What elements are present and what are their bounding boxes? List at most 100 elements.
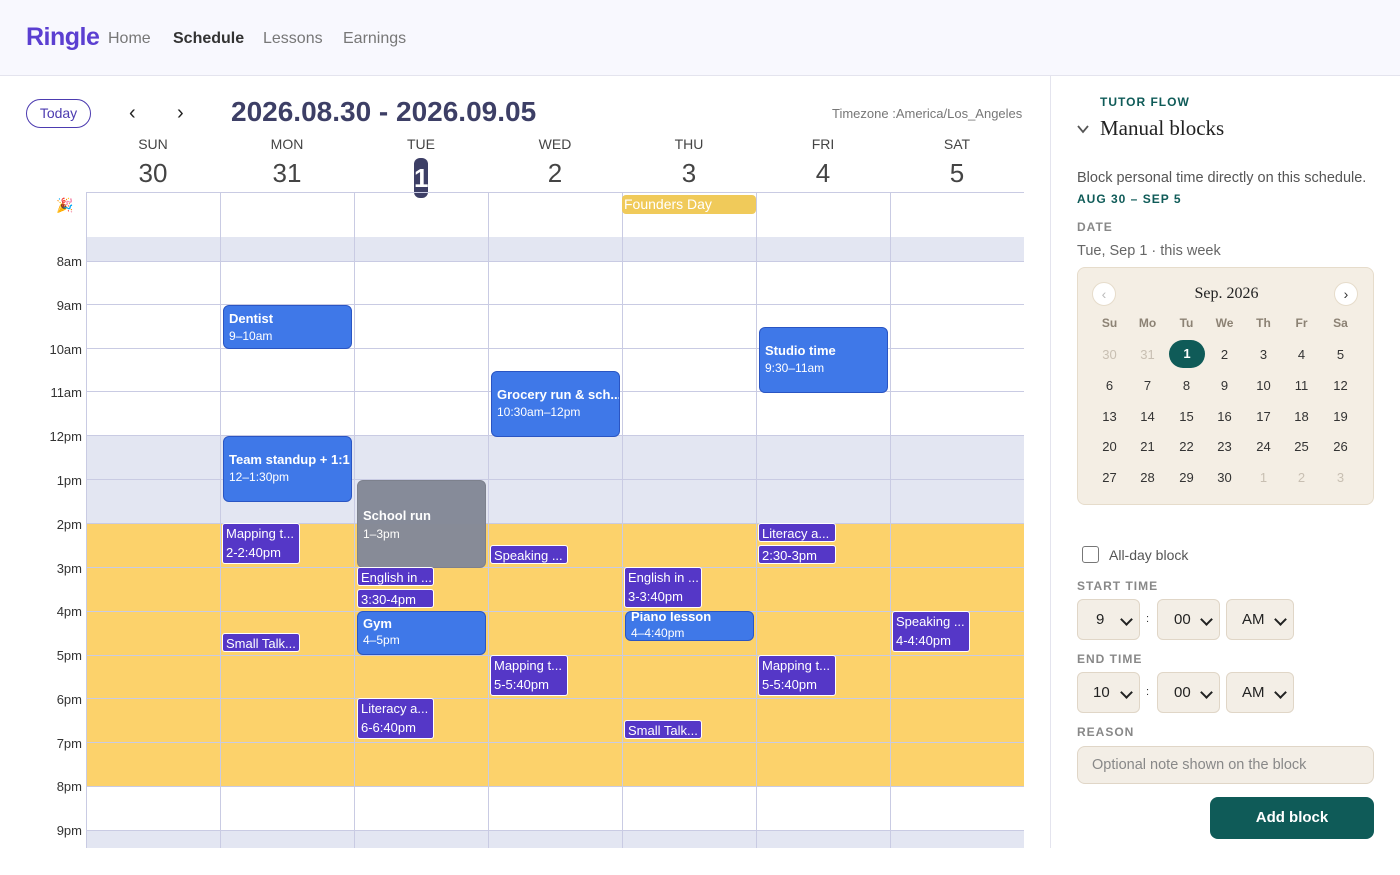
calendar-day[interactable]: 15 — [1168, 409, 1205, 424]
day-date: 3 — [681, 158, 697, 188]
slot-time: 2-2:40pm — [226, 545, 281, 560]
lesson-slot[interactable]: Speaking ... 4-4:40pm — [892, 611, 970, 652]
logo[interactable]: Ringle — [26, 23, 100, 52]
hour-label: 4pm — [56, 604, 82, 619]
start-ampm-select[interactable]: AM — [1226, 599, 1294, 640]
lesson-slot[interactable]: Speaking ... — [490, 545, 568, 564]
calendar-day: 3 — [1336, 470, 1345, 486]
calendar-day[interactable]: 26 — [1322, 439, 1359, 454]
calendar-day[interactable]: 12 — [1322, 378, 1359, 393]
next-week-button[interactable]: › — [177, 102, 184, 125]
calendar-next-button[interactable]: › — [1334, 282, 1358, 306]
nav-schedule[interactable]: Schedule — [173, 30, 244, 48]
calendar-day[interactable]: 8 — [1168, 378, 1205, 393]
end-hour-select[interactable]: 10 — [1077, 672, 1140, 713]
lesson-slot[interactable]: Literacy a... 6-6:40pm — [357, 698, 434, 739]
hour-label: 10am — [49, 342, 82, 357]
mini-calendar: ‹ Sep. 2026 › Su Mo Tu We Th Fr Sa 30 31 1 2 3 4 5 6 7 8… — [1077, 267, 1374, 505]
calendar-day[interactable]: 17 — [1245, 409, 1282, 424]
hour-label: 9am — [56, 298, 82, 313]
calendar-day[interactable]: 25 — [1283, 439, 1320, 454]
calendar-day[interactable]: 3 — [1245, 347, 1282, 362]
calendar-day[interactable]: 7 — [1129, 378, 1166, 393]
day-header-wed[interactable]: WED 2 — [488, 136, 622, 189]
lesson-slot[interactable]: English in ... — [357, 567, 434, 586]
start-hour-select[interactable]: 9 — [1077, 599, 1140, 640]
hour-gridline — [87, 611, 1024, 612]
calendar-day[interactable]: 24 — [1245, 439, 1282, 454]
day-gridline — [488, 193, 489, 848]
lesson-slot[interactable]: Small Talk... — [222, 633, 300, 652]
add-block-button[interactable]: Add block — [1210, 797, 1374, 839]
lesson-slot[interactable]: Mapping t... 5-5:40pm — [490, 655, 568, 696]
week-grid[interactable] — [86, 192, 1024, 848]
calendar-day[interactable]: 28 — [1129, 470, 1166, 485]
day-header-sun[interactable]: SUN 30 — [86, 136, 220, 189]
calendar-day[interactable]: 16 — [1206, 409, 1243, 424]
reason-input[interactable]: Optional note shown on the block — [1077, 746, 1374, 784]
calendar-day[interactable]: 10 — [1245, 378, 1282, 393]
end-minute-select[interactable]: 00 — [1157, 672, 1220, 713]
calendar-event[interactable]: Grocery run & sch... 10:30am–12pm — [491, 371, 620, 437]
week-range-title: 2026.08.30 - 2026.09.05 — [231, 96, 537, 127]
nav-lessons[interactable]: Lessons — [263, 30, 323, 48]
calendar-day[interactable]: 21 — [1129, 439, 1166, 454]
calendar-day[interactable]: 22 — [1168, 439, 1205, 454]
day-header-fri[interactable]: FRI 4 — [756, 136, 890, 189]
calendar-event[interactable]: Gym 4–5pm — [357, 611, 486, 655]
calendar-day[interactable]: 29 — [1168, 470, 1205, 485]
chevron-down-icon[interactable] — [1076, 122, 1090, 136]
lesson-slot[interactable]: Literacy a... — [758, 523, 836, 542]
time-colon: : — [1146, 613, 1150, 625]
day-name: WED — [538, 136, 572, 152]
hour-gridline — [87, 742, 1024, 743]
holiday-event[interactable]: Founders Day — [622, 195, 756, 214]
event-title: Grocery run & sch... — [497, 387, 620, 402]
calendar-day[interactable]: 27 — [1091, 470, 1128, 485]
slot-time: 6-6:40pm — [361, 720, 416, 735]
chevron-down-icon — [1200, 613, 1213, 626]
day-header-mon[interactable]: MON 31 — [220, 136, 354, 189]
event-time: 4–4:40pm — [631, 626, 685, 640]
nav-home[interactable]: Home — [108, 30, 151, 48]
calendar-day[interactable]: 20 — [1091, 439, 1128, 454]
all-day-checkbox[interactable] — [1082, 546, 1099, 563]
nav-earnings[interactable]: Earnings — [343, 30, 406, 48]
calendar-event-selected[interactable]: School run 1–3pm — [357, 480, 486, 568]
calendar-day[interactable]: 6 — [1091, 378, 1128, 393]
calendar-day[interactable]: 2 — [1206, 347, 1243, 362]
calendar-day[interactable]: 18 — [1283, 409, 1320, 424]
lesson-slot[interactable]: 2:30-3pm — [758, 545, 836, 564]
calendar-day[interactable]: 14 — [1129, 409, 1166, 424]
lesson-slot[interactable]: Small Talk... — [624, 720, 702, 739]
end-ampm-select[interactable]: AM — [1226, 672, 1294, 713]
calendar-day[interactable]: 5 — [1322, 347, 1359, 362]
calendar-weekday: Su — [1101, 316, 1118, 330]
calendar-day[interactable]: 13 — [1091, 409, 1128, 424]
calendar-day[interactable]: 11 — [1283, 378, 1320, 393]
calendar-weekday: We — [1215, 316, 1234, 330]
day-header-sat[interactable]: SAT 5 — [890, 136, 1024, 189]
lesson-slot[interactable]: Mapping t... 5-5:40pm — [758, 655, 836, 696]
calendar-day[interactable]: 19 — [1322, 409, 1359, 424]
calendar-event[interactable]: Piano lesson 4–4:40pm — [625, 611, 754, 641]
prev-week-button[interactable]: ‹ — [129, 102, 136, 125]
day-header-thu[interactable]: THU 3 — [622, 136, 756, 189]
lesson-slot[interactable]: 3:30-4pm — [357, 589, 434, 608]
event-time: 10:30am–12pm — [497, 405, 581, 419]
calendar-day[interactable]: 30 — [1206, 470, 1243, 485]
lesson-slot[interactable]: English in ... 3-3:40pm — [624, 567, 702, 608]
blocked-band — [87, 830, 1024, 848]
lesson-slot[interactable]: Mapping t... 2-2:40pm — [222, 523, 300, 564]
calendar-day[interactable]: 9 — [1206, 378, 1243, 393]
calendar-day[interactable]: 23 — [1206, 439, 1243, 454]
calendar-event[interactable]: Studio time 9:30–11am — [759, 327, 888, 393]
calendar-event[interactable]: Dentist 9–10am — [223, 305, 352, 349]
day-header-tue[interactable]: TUE 1 — [354, 136, 488, 198]
today-button[interactable]: Today — [26, 99, 91, 128]
start-minute-select[interactable]: 00 — [1157, 599, 1220, 640]
calendar-day-selected[interactable]: 1 — [1169, 340, 1205, 368]
calendar-day[interactable]: 4 — [1283, 347, 1320, 362]
day-gridline — [354, 193, 355, 848]
calendar-event[interactable]: Team standup + 1:1 12–1:30pm — [223, 436, 352, 502]
